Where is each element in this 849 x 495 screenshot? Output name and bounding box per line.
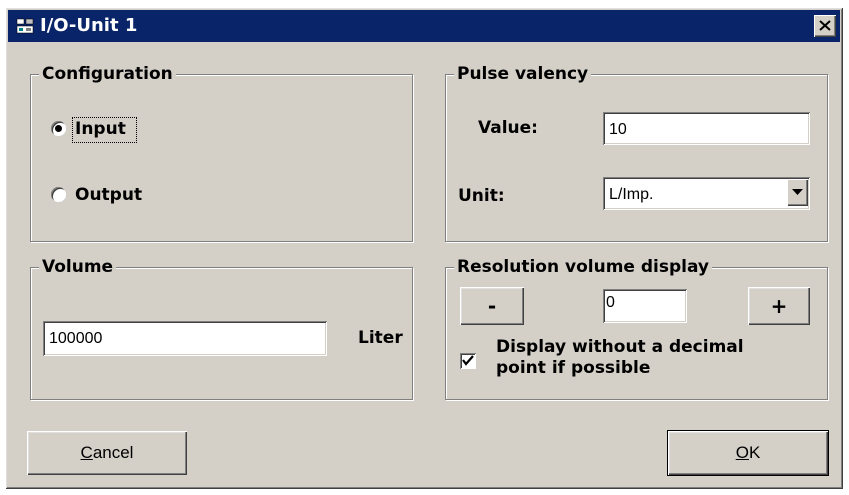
dialog-window: I/O-Unit 1 Configuration Input Output Pu… [5,7,843,489]
unit-label: Unit: [458,186,505,206]
pulse-valency-legend: Pulse valency [454,63,592,85]
resolution-legend: Resolution volume display [454,256,712,278]
radio-output-label[interactable]: Output [75,184,142,206]
cancel-button[interactable]: Cancel [27,431,187,475]
volume-unit-label: Liter [358,328,403,348]
volume-group: Volume 100000 Liter [30,256,413,400]
close-button[interactable] [814,15,836,37]
ok-label-rest: K [748,443,761,462]
chevron-down-icon [792,189,803,195]
ok-accelerator: O [735,443,749,462]
resolution-group: Resolution volume display - 0 + Display … [445,256,828,400]
close-icon [819,20,831,31]
value-label: Value: [478,118,538,138]
volume-input[interactable]: 100000 [43,321,327,356]
volume-legend: Volume [39,256,117,278]
cancel-label-rest: ancel [92,443,134,462]
title-bar[interactable]: I/O-Unit 1 [8,10,840,42]
unit-dropdown-button[interactable] [787,179,808,206]
ok-button[interactable]: OK [667,430,829,476]
decimal-point-checkbox[interactable] [460,353,476,369]
resolution-value-input[interactable]: 0 [603,289,687,323]
decrement-button[interactable]: - [460,287,524,325]
pulse-value-input[interactable]: 10 [603,112,810,145]
radio-input-label[interactable]: Input [75,118,126,140]
configuration-group: Configuration Input Output [30,63,413,242]
cancel-accelerator: C [80,443,93,462]
check-icon [462,355,474,366]
checkbox-label-line1[interactable]: Display without a decimal [496,336,744,358]
increment-button[interactable]: + [748,287,810,325]
radio-input-button[interactable] [51,121,66,136]
configuration-legend: Configuration [39,63,176,85]
io-unit-icon [16,17,36,35]
pulse-valency-group: Pulse valency Value: 10 Unit: L/Imp. [445,63,828,242]
radio-output-button[interactable] [51,187,66,202]
window-title: I/O-Unit 1 [40,15,138,36]
unit-select[interactable]: L/Imp. [603,177,810,210]
unit-selected-value: L/Imp. [609,186,654,203]
checkbox-label-line2[interactable]: point if possible [496,357,650,379]
radio-selected-dot [55,125,62,132]
